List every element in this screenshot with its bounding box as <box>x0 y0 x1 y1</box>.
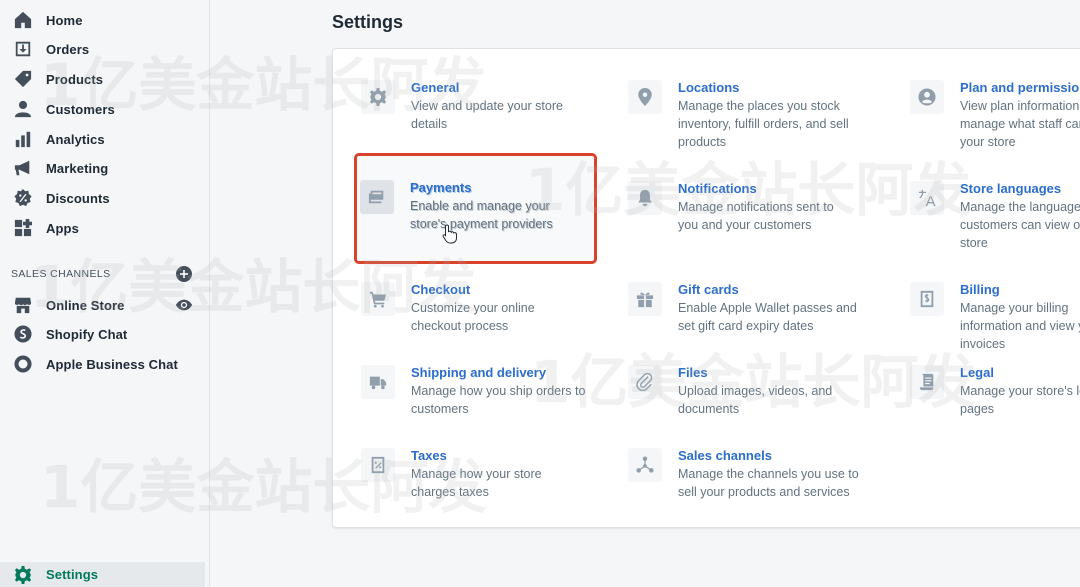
setting-payments-overlay[interactable]: Payments Enable and manage your store's p… <box>360 180 610 233</box>
setting-description: Manage how you ship orders to customers <box>411 384 586 416</box>
sidebar-item-label: Marketing <box>46 160 109 176</box>
setting-title: Plan and permissions <box>960 80 1080 95</box>
setting-general[interactable]: General View and update your store detail… <box>361 80 611 133</box>
legal-icon <box>910 365 944 399</box>
gift-icon <box>628 282 662 316</box>
setting-description: Manage your store's legal pages <box>960 384 1080 416</box>
sidebar-item-label: Products <box>46 71 104 87</box>
sidebar-item-apps[interactable]: Apps <box>0 214 205 242</box>
cart-icon <box>361 282 395 316</box>
setting-title: Sales channels <box>678 448 772 463</box>
setting-title: Checkout <box>411 282 471 297</box>
paperclip-icon <box>628 365 662 399</box>
sidebar-item-orders[interactable]: Orders <box>0 35 205 63</box>
setting-legal[interactable]: Legal Manage your store's legal pages <box>910 365 1080 418</box>
sales-channels-heading: SALES CHANNELS <box>11 268 111 280</box>
sidebar-item-analytics[interactable]: Analytics <box>0 125 205 153</box>
analytics-icon <box>14 130 32 148</box>
sidebar-item-label: Online Store <box>46 297 125 313</box>
setting-title: Shipping and delivery <box>411 365 547 380</box>
apps-icon <box>14 219 32 237</box>
view-store-eye-icon[interactable] <box>175 296 193 314</box>
gear-icon <box>361 80 395 114</box>
setting-title: Locations <box>678 80 740 95</box>
setting-checkout[interactable]: Checkout Customize your online checkout p… <box>361 282 611 335</box>
sidebar-item-label: Customers <box>46 101 115 117</box>
setting-gift-cards[interactable]: Gift cards Enable Apple Wallet passes and… <box>628 282 878 335</box>
sidebar: Home Orders Products Customers Analytics… <box>0 0 210 587</box>
home-icon <box>14 11 32 29</box>
setting-description: View plan information and manage what st… <box>960 99 1080 149</box>
sidebar-item-label: Discounts <box>46 190 110 206</box>
customers-icon <box>14 100 32 118</box>
billing-icon <box>910 282 944 316</box>
sidebar-item-customers[interactable]: Customers <box>0 95 205 123</box>
bell-icon <box>628 181 662 215</box>
sidebar-item-apple-business-chat[interactable]: Apple Business Chat <box>0 350 205 378</box>
setting-description: View and update your store details <box>411 99 563 131</box>
sales-channels-icon <box>628 448 662 482</box>
gear-icon <box>14 565 32 584</box>
page-title: Settings <box>332 12 404 32</box>
setting-title: Files <box>678 365 708 380</box>
sidebar-item-label: Shopify Chat <box>46 326 128 342</box>
setting-title: Payments <box>410 180 472 195</box>
settings-card: General View and update your store detail… <box>332 48 1080 528</box>
setting-taxes[interactable]: Taxes Manage how your store charges taxes <box>361 448 611 501</box>
setting-title: Legal <box>960 365 994 380</box>
setting-description: Manage notifications sent to you and you… <box>678 200 834 232</box>
location-pin-icon <box>628 80 662 114</box>
setting-description: Enable and manage your store's payment p… <box>410 199 553 231</box>
sidebar-item-settings[interactable]: Settings <box>0 562 205 587</box>
payment-card-icon <box>360 180 394 214</box>
shopify-chat-icon <box>14 325 32 343</box>
setting-store-languages[interactable]: Store languages Manage the languages cust… <box>910 181 1080 252</box>
setting-description: Manage the languages customers can view … <box>960 200 1080 250</box>
setting-description: Upload images, videos, and documents <box>678 384 833 416</box>
products-icon <box>14 70 32 88</box>
setting-title: Billing <box>960 282 1000 297</box>
discounts-icon <box>14 189 32 207</box>
setting-title: Notifications <box>678 181 757 196</box>
setting-files[interactable]: Files Upload images, videos, and document… <box>628 365 878 418</box>
hand-pointer-cursor-icon <box>442 224 457 244</box>
sidebar-item-products[interactable]: Products <box>0 65 205 93</box>
sidebar-item-discounts[interactable]: Discounts <box>0 184 205 212</box>
setting-description: Enable Apple Wallet passes and set gift … <box>678 301 857 333</box>
sidebar-item-shopify-chat[interactable]: Shopify Chat <box>0 320 205 348</box>
account-icon <box>910 80 944 114</box>
sidebar-item-label: Home <box>46 12 83 28</box>
setting-title: Store languages <box>960 181 1062 196</box>
setting-billing[interactable]: Billing Manage your billing information a… <box>910 282 1080 353</box>
sidebar-item-label: Settings <box>46 567 99 582</box>
truck-icon <box>361 365 395 399</box>
setting-description: Customize your online checkout process <box>411 301 535 333</box>
apple-business-chat-icon <box>14 355 32 373</box>
sidebar-item-label: Apple Business Chat <box>46 356 178 372</box>
setting-title: Gift cards <box>678 282 739 297</box>
setting-title: Taxes <box>411 448 447 463</box>
setting-shipping-and-delivery[interactable]: Shipping and delivery Manage how you ship… <box>361 365 611 418</box>
sidebar-item-label: Orders <box>46 41 90 57</box>
setting-notifications[interactable]: Notifications Manage notifications sent t… <box>628 181 878 234</box>
sidebar-item-marketing[interactable]: Marketing <box>0 154 205 182</box>
sidebar-item-home[interactable]: Home <box>0 6 205 34</box>
setting-description: Manage the places you stock inventory, f… <box>678 99 849 149</box>
store-icon <box>14 296 32 314</box>
setting-description: Manage how your store charges taxes <box>411 467 542 499</box>
sidebar-item-label: Apps <box>46 220 79 236</box>
setting-description: Manage the channels you use to sell your… <box>678 467 859 499</box>
setting-plan-and-permissions[interactable]: Plan and permissions View plan informatio… <box>910 80 1080 151</box>
add-sales-channel-icon[interactable] <box>176 266 192 282</box>
setting-title: General <box>411 80 460 95</box>
translate-icon <box>910 181 944 215</box>
sidebar-item-label: Analytics <box>46 131 105 147</box>
orders-icon <box>14 40 32 58</box>
taxes-icon <box>361 448 395 482</box>
marketing-icon <box>14 159 32 177</box>
setting-sales-channels[interactable]: Sales channels Manage the channels you us… <box>628 448 878 501</box>
setting-description: Manage your billing information and view… <box>960 301 1080 351</box>
setting-locations[interactable]: Locations Manage the places you stock inv… <box>628 80 878 151</box>
